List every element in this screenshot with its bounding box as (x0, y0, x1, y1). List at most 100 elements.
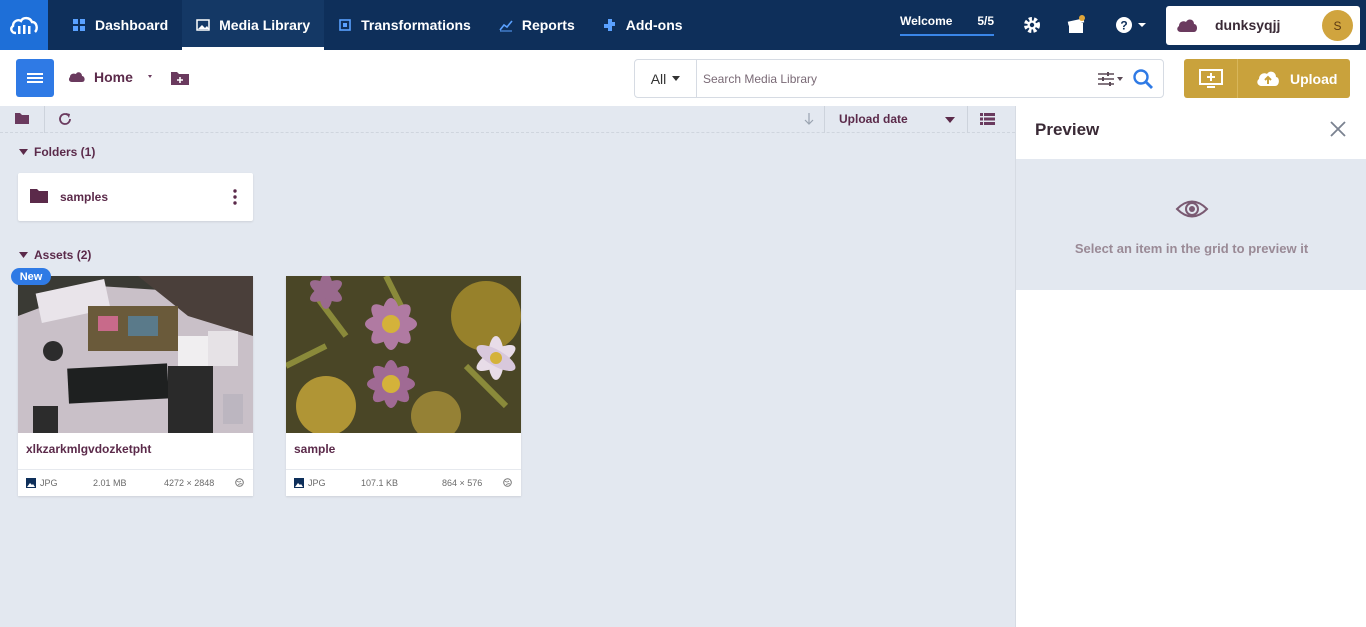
nav-reports[interactable]: Reports (485, 0, 589, 50)
grid-options-bar: Upload date (0, 106, 1015, 133)
filters-icon (1098, 72, 1123, 86)
nav-add-ons[interactable]: Add-ons (589, 0, 697, 50)
whats-new-button[interactable] (1065, 14, 1087, 36)
search-icon (1133, 69, 1153, 89)
desk-photo-image (18, 276, 253, 433)
folder-name: samples (60, 190, 109, 204)
folders-section-title: Folders (1) (34, 145, 96, 159)
upload-label: Upload (1290, 70, 1338, 87)
help-icon: ? (1116, 17, 1146, 33)
welcome-progress-bar (900, 34, 994, 36)
flowers-photo-image (286, 276, 521, 433)
new-folder-button[interactable] (171, 70, 189, 90)
search-button[interactable] (1132, 68, 1154, 90)
folder-card[interactable]: samples (18, 173, 253, 221)
close-icon[interactable] (1329, 120, 1347, 138)
sidebar-toggle-button[interactable] (16, 59, 54, 97)
divider (44, 106, 45, 133)
nav-reports-label: Reports (521, 17, 575, 33)
preview-empty-message: Select an item in the grid to preview it (1074, 241, 1309, 256)
asset-thumbnail[interactable] (286, 276, 521, 433)
asset-format: JPG (40, 478, 58, 488)
account-menu[interactable]: dunksyqjj S (1166, 6, 1360, 45)
cloudinary-logo[interactable] (0, 0, 48, 50)
monitor-upload-icon (1198, 68, 1223, 88)
nav-dashboard[interactable]: Dashboard (58, 0, 182, 50)
asset-size: 107.1 KB (361, 478, 399, 488)
preview-title: Preview (1035, 120, 1100, 139)
hamburger-icon (27, 73, 43, 83)
reports-icon (499, 20, 513, 32)
public-globe-icon (235, 478, 244, 487)
welcome-progress[interactable]: Welcome 5/5 (900, 12, 994, 36)
add-ons-icon (603, 19, 615, 31)
preview-panel: Preview Select an item in the grid to pr… (1015, 106, 1366, 627)
gift-icon (1067, 15, 1085, 33)
help-button[interactable]: ? (1114, 14, 1148, 36)
sort-select-label[interactable]: Upload date (839, 112, 908, 126)
asset-dimensions: 864 × 576 (442, 478, 483, 488)
search-scope-label: All (650, 70, 667, 87)
folders-section-toggle[interactable]: Folders (1) (19, 145, 95, 159)
search-bar: All (634, 59, 1164, 98)
nav-add-ons-label: Add-ons (625, 17, 683, 33)
divider (967, 106, 968, 133)
assets-section-toggle[interactable]: Assets (2) (19, 248, 91, 262)
preview-empty-state: Select an item in the grid to preview it (1016, 159, 1366, 290)
folder-view-icon[interactable] (15, 113, 29, 124)
upload-button-group: Upload (1184, 59, 1350, 98)
upload-button[interactable]: Upload (1244, 59, 1350, 98)
chevron-down-icon[interactable] (141, 73, 157, 81)
asset-dimensions: 4272 × 2848 (164, 478, 215, 488)
assets-section-title: Assets (2) (34, 248, 92, 262)
folder-icon (30, 189, 48, 203)
username: dunksyqjj (1215, 17, 1281, 33)
search-input[interactable] (703, 69, 1083, 89)
asset-thumbnail[interactable] (18, 276, 253, 433)
nav-media-library[interactable]: Media Library (182, 0, 325, 50)
chevron-down-icon[interactable] (945, 117, 955, 123)
new-folder-icon (171, 72, 189, 85)
cloud-upload-icon (1257, 71, 1279, 86)
more-options-icon[interactable] (230, 187, 240, 207)
asset-card[interactable]: xlkzarkmlgvdozketpht JPG 2.01 MB 4272 × … (18, 276, 253, 496)
image-type-icon (26, 478, 36, 488)
breadcrumb-home-label: Home (94, 69, 133, 85)
list-view-icon[interactable] (980, 113, 995, 125)
asset-size: 2.01 MB (93, 478, 127, 488)
dashboard-icon (73, 19, 85, 31)
media-library-icon (196, 19, 210, 31)
welcome-label: Welcome (900, 14, 953, 28)
image-type-icon (294, 478, 304, 488)
asset-name: xlkzarkmlgvdozketpht (26, 442, 152, 456)
asset-card[interactable]: sample JPG 107.1 KB 864 × 576 (286, 276, 521, 496)
asset-meta: JPG 2.01 MB 4272 × 2848 (18, 469, 253, 496)
nav-transformations[interactable]: Transformations (324, 0, 485, 50)
top-navigation-bar: Dashboard Media Library Transformations … (0, 0, 1366, 50)
asset-format: JPG (308, 478, 326, 488)
eye-icon (1175, 200, 1209, 218)
refresh-icon[interactable] (57, 111, 73, 127)
new-badge: New (11, 268, 51, 285)
upload-from-screen-button[interactable] (1184, 59, 1238, 98)
cloud-logo-icon (10, 16, 38, 35)
sort-direction-icon[interactable] (804, 113, 814, 126)
avatar[interactable]: S (1322, 10, 1353, 41)
nav-transformations-label: Transformations (361, 17, 471, 33)
transformations-icon (339, 19, 351, 31)
asset-name: sample (294, 442, 336, 456)
breadcrumb-home[interactable]: Home (68, 69, 157, 85)
search-filters-button[interactable] (1097, 69, 1127, 89)
settings-button[interactable] (1021, 14, 1043, 36)
chevron-down-icon (672, 76, 681, 81)
nav-media-library-label: Media Library (219, 17, 311, 33)
divider (824, 106, 825, 133)
nav-dashboard-label: Dashboard (95, 17, 169, 33)
public-globe-icon (503, 478, 512, 487)
gear-icon (1024, 17, 1040, 33)
caret-down-icon (19, 149, 28, 155)
search-scope-select[interactable]: All (635, 60, 697, 97)
caret-down-icon (19, 252, 28, 258)
svg-text:?: ? (1120, 19, 1127, 33)
cloud-account-icon (1177, 19, 1197, 32)
